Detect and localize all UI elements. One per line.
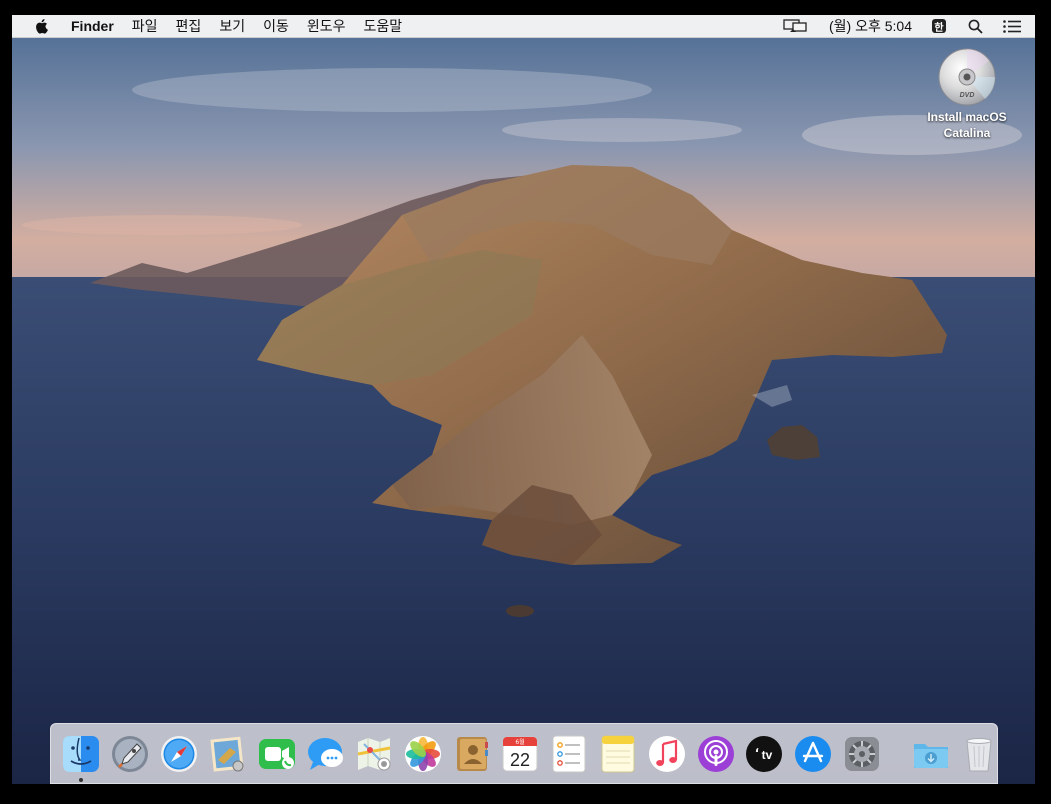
photos-icon[interactable] [403, 734, 443, 774]
menu-file[interactable]: 파일 [123, 15, 167, 37]
launchpad-icon[interactable] [110, 734, 150, 774]
trash-icon[interactable] [959, 734, 999, 774]
finder-icon[interactable] [61, 734, 101, 782]
notes-icon[interactable] [598, 734, 638, 774]
menu-view[interactable]: 보기 [210, 15, 254, 37]
spotlight-search-icon[interactable] [968, 19, 983, 34]
apple-menu-icon[interactable] [32, 17, 50, 35]
dvd-label: Install macOS Catalina [917, 109, 1017, 141]
facetime-icon[interactable] [257, 734, 297, 774]
apple-tv-icon[interactable]: tv [744, 734, 784, 774]
menu-edit[interactable]: 편집 [167, 15, 211, 37]
install-macos-dvd[interactable]: DVD Install macOS Catalina [917, 47, 1017, 141]
menu-finder[interactable]: Finder [62, 15, 123, 37]
app-store-icon[interactable] [793, 734, 833, 774]
messages-icon[interactable] [305, 734, 345, 774]
wallpaper [12, 15, 1035, 784]
menu-window[interactable]: 윈도우 [298, 15, 355, 37]
dvd-label-line2: Catalina [943, 126, 991, 140]
dock: 6월 22 tv [50, 723, 998, 784]
system-preferences-icon[interactable] [842, 734, 882, 774]
dvd-disc-icon: DVD [937, 47, 997, 107]
input-method-label: 한 [932, 19, 946, 34]
input-method-icon[interactable]: 한 [932, 19, 946, 34]
dvd-label-line1: Install macOS [927, 110, 1007, 124]
desktop-screen: Finder 파일 편집 보기 이동 윈도우 도움말 (월) 오후 5:04 한 [12, 15, 1035, 784]
apple-tv-label: tv [762, 748, 773, 762]
maps-icon[interactable] [354, 734, 394, 774]
menu-help[interactable]: 도움말 [354, 15, 411, 37]
calendar-month: 6월 [516, 738, 525, 746]
mail-icon[interactable] [208, 734, 248, 774]
downloads-folder-icon[interactable] [911, 734, 951, 774]
reminders-icon[interactable] [549, 734, 589, 774]
music-icon[interactable] [647, 734, 687, 774]
menu-bar: Finder 파일 편집 보기 이동 윈도우 도움말 (월) 오후 5:04 한 [12, 15, 1035, 38]
menu-go[interactable]: 이동 [254, 15, 298, 37]
safari-icon[interactable] [159, 734, 199, 774]
finder-running-dot [79, 777, 84, 782]
airplay-display-icon[interactable] [783, 19, 807, 33]
dvd-logo-text: DVD [960, 92, 975, 99]
menubar-clock[interactable]: (월) 오후 5:04 [829, 16, 912, 36]
calendar-icon[interactable]: 6월 22 [500, 734, 540, 774]
notification-center-icon[interactable] [1003, 19, 1021, 33]
calendar-day: 22 [510, 750, 530, 770]
contacts-icon[interactable] [452, 734, 492, 774]
podcasts-icon[interactable] [696, 734, 736, 774]
